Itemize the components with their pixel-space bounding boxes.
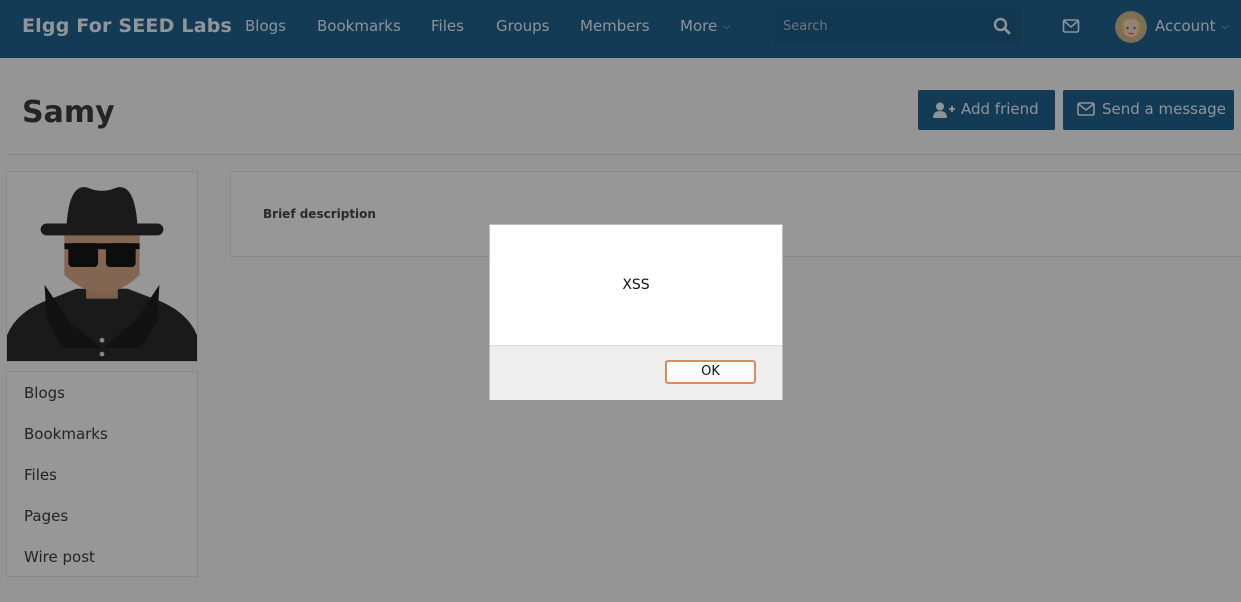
alert-footer: OK	[490, 345, 782, 400]
alert-message: XSS	[622, 277, 650, 293]
alert-dialog: XSS OK	[489, 224, 783, 400]
ok-button[interactable]: OK	[665, 360, 756, 384]
